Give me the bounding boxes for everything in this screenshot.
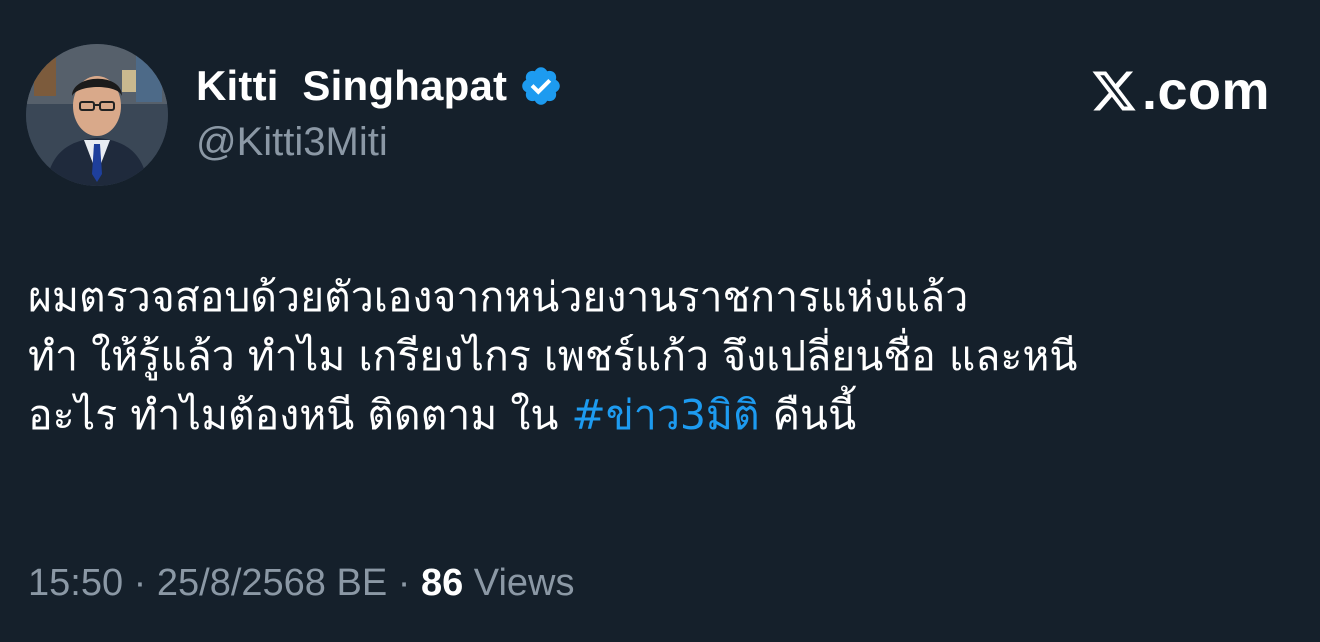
views-count[interactable]: 86 xyxy=(421,562,463,605)
avatar-photo xyxy=(26,44,168,186)
author-handle[interactable]: @Kitti3Miti xyxy=(196,120,388,165)
tweet-line-2: ทำ ให้รู้แล้ว ทำไม เกรียงไกร เพชร์แก้ว จ… xyxy=(28,332,1078,380)
tweet-line-3: อะไร ทำไมต้องหนี ติดตาม ใน #ข่าว3มิติ คื… xyxy=(28,386,1298,445)
tweet-text: ผมตรวจสอบด้วยตัวเองจากหน่วยงานราชการแห่ง… xyxy=(28,268,1298,445)
tweet-line-3-end: คืนนี้ xyxy=(759,391,857,439)
verified-badge-icon xyxy=(519,64,563,108)
hashtag-link[interactable]: #ข่าว3มิติ xyxy=(571,391,759,439)
author-name-row[interactable]: Kitti Singhapat xyxy=(196,58,563,114)
brand-logo: .com xyxy=(1090,60,1270,122)
brand-label: .com xyxy=(1141,61,1270,121)
meta-separator-2: · xyxy=(387,562,421,604)
meta-separator-1: · xyxy=(123,562,157,604)
avatar[interactable] xyxy=(26,44,168,186)
tweet-time[interactable]: 15:50 xyxy=(28,562,123,605)
tweet-date[interactable]: 25/8/2568 BE xyxy=(157,562,387,605)
tweet-line-3-start: อะไร ทำไมต้องหนี ติดตาม ใน xyxy=(28,391,572,439)
x-logo-icon xyxy=(1090,67,1138,115)
views-label: Views xyxy=(463,562,575,604)
tweet-line-1: ผมตรวจสอบด้วยตัวเองจากหน่วยงานราชการแห่ง… xyxy=(28,273,969,321)
tweet-meta: 15:50 · 25/8/2568 BE · 86 Views xyxy=(28,562,575,605)
author-display-name[interactable]: Kitti Singhapat xyxy=(196,62,507,110)
